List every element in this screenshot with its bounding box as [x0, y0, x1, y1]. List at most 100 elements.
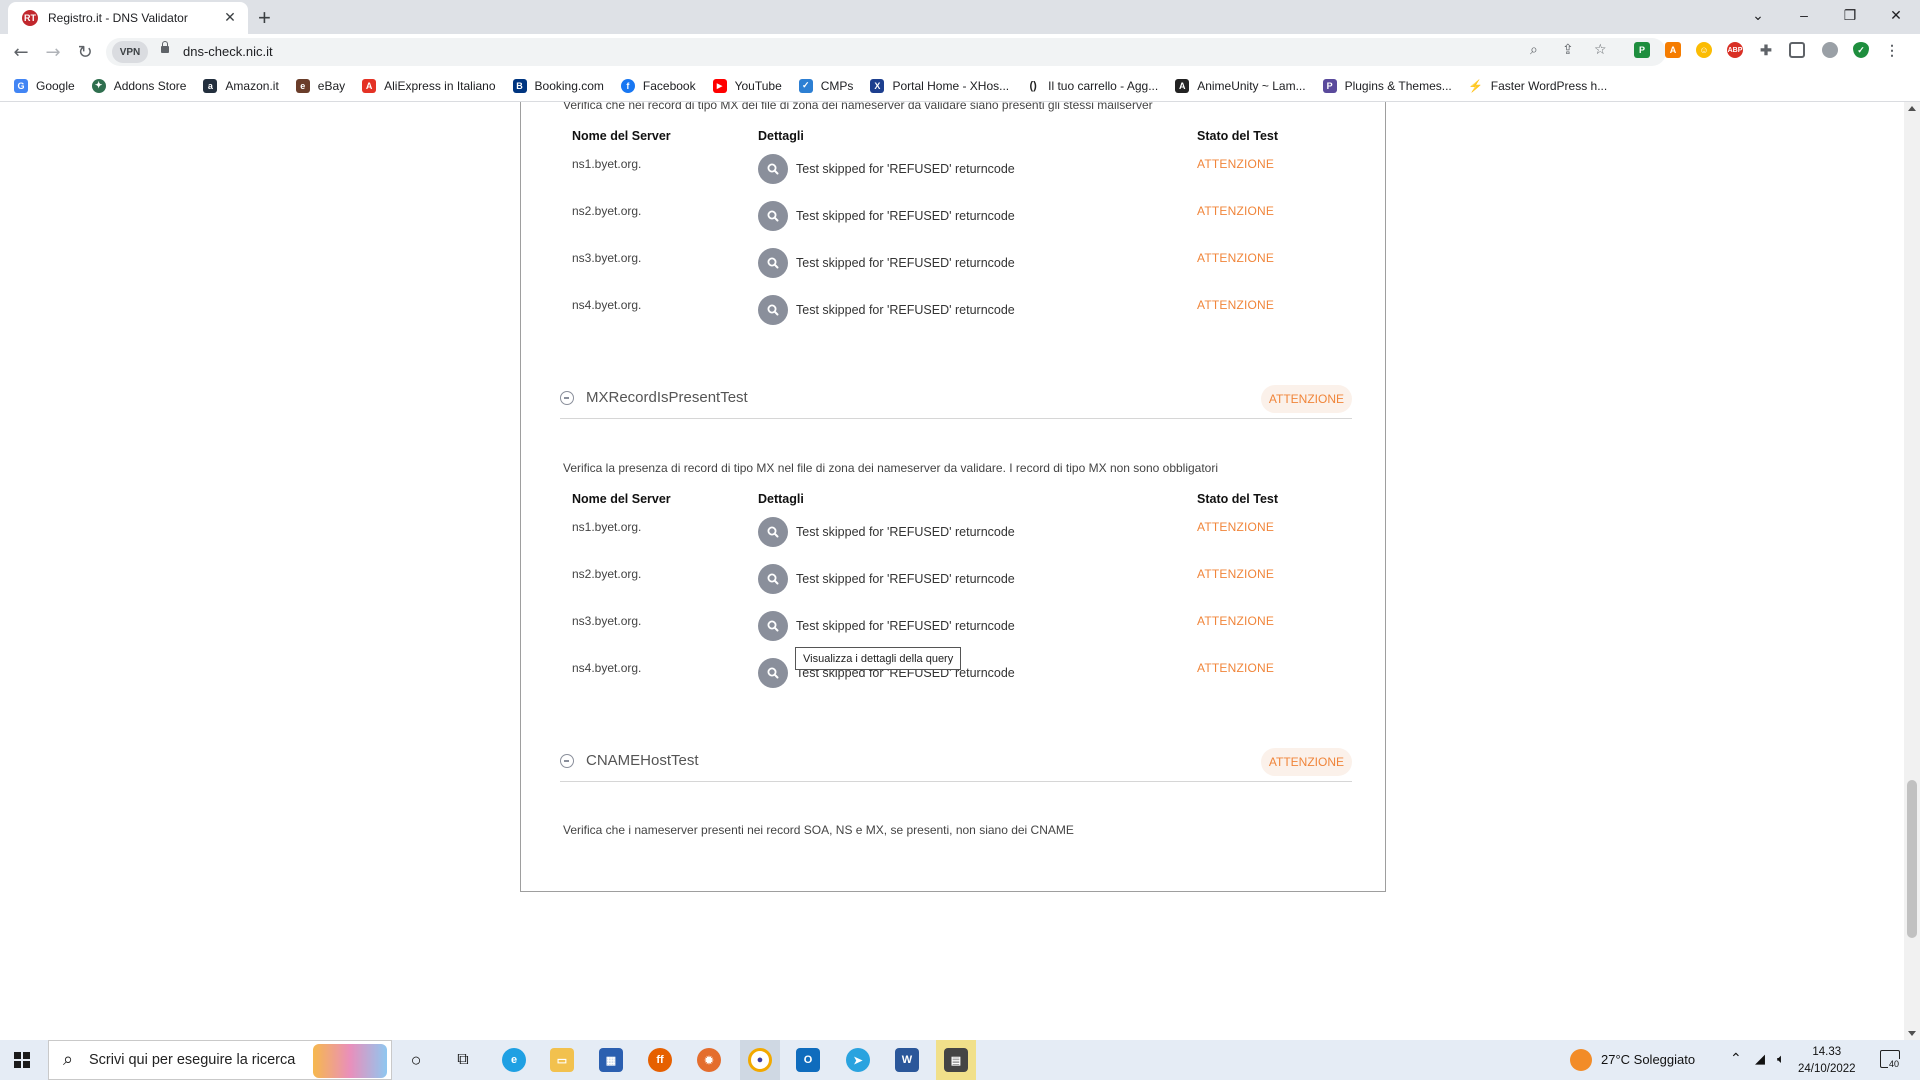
- tab-search-chevron-icon[interactable]: ⌄: [1735, 0, 1781, 30]
- taskbar-search-box[interactable]: ⌕ Scrivi qui per eseguire la ricerca: [48, 1040, 392, 1080]
- new-tab-button[interactable]: +: [258, 5, 271, 31]
- scrollbar-thumb[interactable]: [1907, 780, 1917, 938]
- windows-start-icon[interactable]: [14, 1052, 30, 1068]
- weather-sun-icon[interactable]: [1570, 1049, 1592, 1071]
- url-text[interactable]: dns-check.nic.it: [183, 44, 273, 59]
- clapperboard-icon[interactable]: ▤: [944, 1048, 968, 1072]
- side-panel-icon[interactable]: [1789, 42, 1805, 58]
- scroll-down-arrow-icon[interactable]: [1908, 1031, 1916, 1036]
- query-details-button[interactable]: [758, 154, 788, 184]
- search-icon: [767, 620, 779, 632]
- store-icon[interactable]: ▦: [599, 1048, 623, 1072]
- bookmark-cmps[interactable]: ✓ CMPs: [798, 78, 854, 93]
- detail-text: Test skipped for 'REFUSED' returncode: [796, 525, 1015, 539]
- bookmark-portal-home[interactable]: X Portal Home - XHos...: [870, 78, 1009, 93]
- browser-tab[interactable]: RT Registro.it - DNS Validator ✕: [8, 2, 248, 34]
- cortana-circle-icon[interactable]: ○: [404, 1048, 428, 1072]
- lock-icon[interactable]: [161, 41, 169, 53]
- tab-close-icon[interactable]: ✕: [222, 10, 238, 26]
- bookmark-faster-wordpress[interactable]: ⚡ Faster WordPress h...: [1468, 78, 1607, 93]
- search-highlight-image: [313, 1044, 387, 1078]
- outlook-icon[interactable]: O: [796, 1048, 820, 1072]
- file-explorer-icon[interactable]: ▭: [550, 1048, 574, 1072]
- bookmark-addons-store[interactable]: ✦ Addons Store: [91, 78, 186, 93]
- tray-chevron-up-icon[interactable]: ⌃: [1730, 1050, 1742, 1067]
- search-icon: [767, 304, 779, 316]
- status-badge: ATTENZIONE: [1260, 385, 1352, 413]
- section-title[interactable]: MXRecordIsPresentTest: [586, 389, 748, 406]
- profile-avatar-icon[interactable]: [1822, 42, 1838, 58]
- bookmark-booking[interactable]: B Booking.com: [512, 78, 604, 93]
- collapse-minus-icon[interactable]: [560, 391, 574, 405]
- section-header-mx-record[interactable]: MXRecordIsPresentTest ATTENZIONE: [560, 380, 1352, 419]
- bookmark-facebook[interactable]: f Facebook: [620, 78, 696, 93]
- browser-menu-icon[interactable]: ⋮: [1884, 42, 1900, 58]
- results-card: Verifica che nei record di tipo MX dei f…: [520, 102, 1386, 892]
- tab-strip: RT Registro.it - DNS Validator ✕ + ⌄ – ❐…: [0, 0, 1920, 34]
- server-name: ns1.byet.org.: [572, 157, 642, 171]
- reload-icon[interactable]: ↻: [73, 40, 97, 64]
- taskbar-clock[interactable]: 14.33 24/10/2022: [1798, 1044, 1856, 1078]
- page-scrollbar[interactable]: [1904, 102, 1920, 1040]
- forward-arrow-icon[interactable]: →: [41, 40, 65, 64]
- adblock-icon[interactable]: ABP: [1727, 42, 1743, 58]
- word-icon[interactable]: W: [895, 1048, 919, 1072]
- weather-text[interactable]: 27°C Soleggiato: [1601, 1052, 1695, 1067]
- detail-text: Test skipped for 'REFUSED' returncode: [796, 209, 1015, 223]
- minimize-button[interactable]: –: [1781, 0, 1827, 30]
- edge-icon[interactable]: e: [502, 1048, 526, 1072]
- extension-a-icon[interactable]: A: [1665, 42, 1681, 58]
- extension-p-icon[interactable]: P: [1634, 42, 1650, 58]
- bookmark-youtube[interactable]: ▶ YouTube: [712, 78, 782, 93]
- query-details-button[interactable]: [758, 248, 788, 278]
- bookmark-cart[interactable]: () Il tuo carrello - Agg...: [1026, 78, 1158, 93]
- restore-button[interactable]: ❐: [1827, 0, 1873, 30]
- bookmark-aliexpress[interactable]: A AliExpress in Italiano: [362, 78, 496, 93]
- query-details-button[interactable]: [758, 295, 788, 325]
- section-title[interactable]: CNAMEHostTest: [586, 752, 699, 769]
- share-icon[interactable]: ⇪: [1562, 42, 1574, 58]
- extension-emoji-icon[interactable]: ☺: [1696, 42, 1712, 58]
- volume-icon[interactable]: 🔈︎: [1777, 1051, 1785, 1067]
- amazon-icon: a: [203, 78, 218, 93]
- collapse-minus-icon[interactable]: [560, 754, 574, 768]
- bookmark-plugins-themes[interactable]: P Plugins & Themes...: [1322, 78, 1452, 93]
- telegram-icon[interactable]: ➤: [846, 1048, 870, 1072]
- query-details-button[interactable]: [758, 517, 788, 547]
- zoom-icon[interactable]: ⌕: [1530, 42, 1538, 58]
- tab-title: Registro.it - DNS Validator: [48, 11, 188, 25]
- bookmark-ebay[interactable]: e eBay: [295, 78, 345, 93]
- animeunity-icon: A: [1175, 78, 1190, 93]
- status-badge: ATTENZIONE: [1197, 204, 1275, 218]
- query-details-button[interactable]: [758, 564, 788, 594]
- bookmark-label: Google: [36, 78, 75, 93]
- search-icon: [767, 257, 779, 269]
- bookmark-label: CMPs: [820, 78, 854, 93]
- bookmark-star-icon[interactable]: ☆: [1594, 42, 1607, 58]
- chrome-icon[interactable]: ●: [748, 1048, 772, 1072]
- vpn-badge[interactable]: VPN: [112, 41, 148, 63]
- server-name: ns3.byet.org.: [572, 251, 642, 265]
- back-arrow-icon[interactable]: ←: [9, 40, 33, 64]
- status-badge: ATTENZIONE: [1197, 157, 1275, 171]
- column-header-server: Nome del Server: [572, 492, 671, 506]
- scroll-up-arrow-icon[interactable]: [1908, 106, 1916, 111]
- address-bar[interactable]: VPN dns-check.nic.it ⌕ ⇪ ☆: [106, 38, 1666, 66]
- extensions-puzzle-icon[interactable]: ✚: [1758, 42, 1774, 58]
- search-icon: [767, 667, 779, 679]
- shield-check-icon[interactable]: ✓: [1853, 42, 1869, 58]
- query-details-button[interactable]: [758, 201, 788, 231]
- bookmark-google[interactable]: G Google: [14, 78, 75, 93]
- section-header-cname-host[interactable]: CNAMEHostTest ATTENZIONE: [560, 743, 1352, 782]
- bookmark-label: YouTube: [734, 78, 782, 93]
- task-view-icon[interactable]: ⧉: [451, 1048, 475, 1072]
- bookmark-animeunity[interactable]: A AnimeUnity ~ Lam...: [1175, 78, 1306, 93]
- query-details-button[interactable]: [758, 611, 788, 641]
- cmps-check-icon: ✓: [798, 78, 813, 93]
- firefox-icon[interactable]: ff: [648, 1048, 672, 1072]
- network-icon[interactable]: ◢: [1755, 1051, 1765, 1067]
- close-window-button[interactable]: ✕: [1873, 0, 1919, 30]
- bookmark-amazon[interactable]: a Amazon.it: [203, 78, 279, 93]
- query-details-button[interactable]: [758, 658, 788, 688]
- app-orange-icon[interactable]: ✹: [697, 1048, 721, 1072]
